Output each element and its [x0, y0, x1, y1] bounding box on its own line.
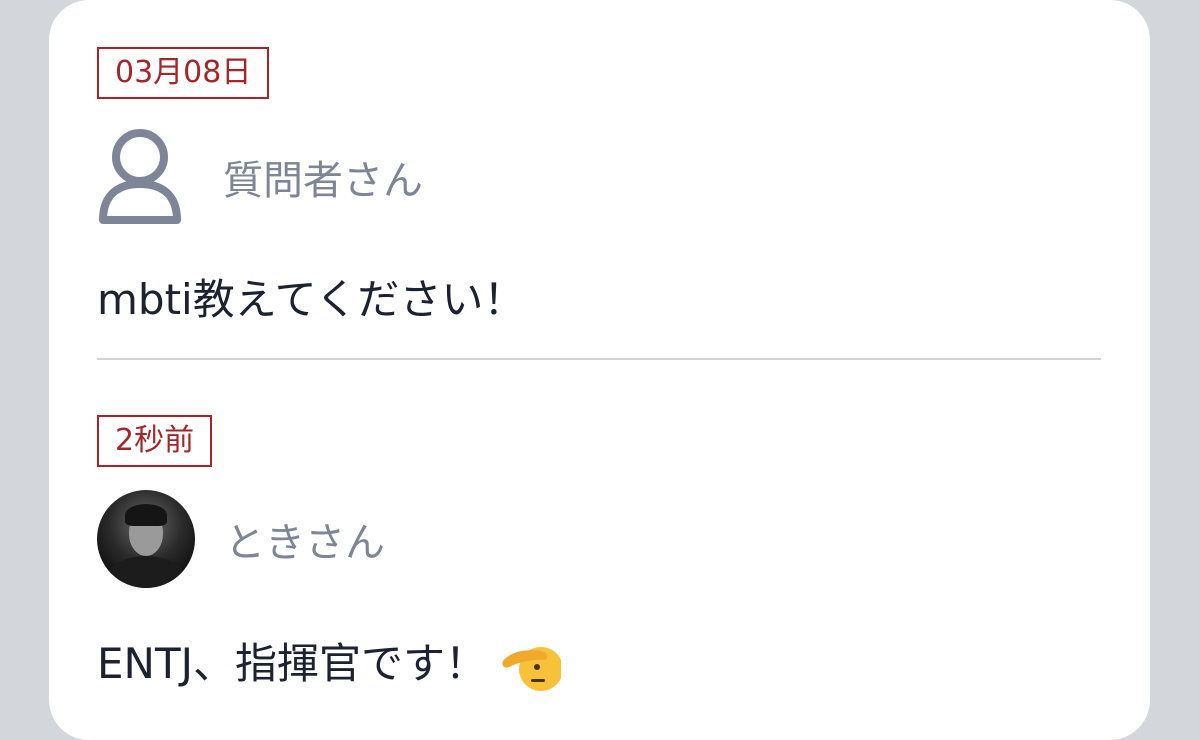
answer-text: ENTJ、指揮官です！	[97, 639, 487, 688]
question-author-row: 質問者さん	[97, 127, 423, 227]
question-author-name: 質問者さん	[223, 158, 423, 204]
answer-message: ENTJ、指揮官です！	[97, 630, 561, 695]
question-date-tag: 03月08日	[97, 47, 270, 99]
user-outline-icon	[99, 129, 181, 224]
divider	[97, 358, 1101, 360]
avatar[interactable]	[97, 490, 195, 588]
qa-card: 03月08日 質問者さん mbti教えてください！ 2秒前 ときさん ENTJ、…	[49, 0, 1150, 740]
saluting-face-emoji-icon	[502, 646, 561, 691]
answer-date-tag: 2秒前	[97, 415, 213, 467]
question-text: mbti教えてください！	[97, 275, 526, 324]
answer-author-row: ときさん	[97, 490, 385, 588]
answer-author-name[interactable]: ときさん	[225, 510, 385, 568]
